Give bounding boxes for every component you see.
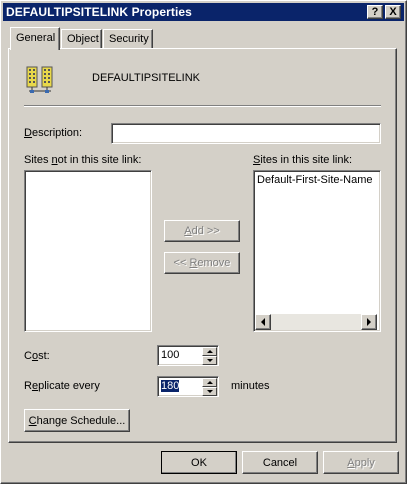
cancel-button[interactable]: Cancel: [242, 451, 318, 474]
tab-object[interactable]: Object: [61, 29, 102, 49]
sites-in-list[interactable]: Default-First-Site-Name: [253, 170, 381, 332]
remove-button-label: << Remove: [173, 257, 231, 269]
cancel-button-label: Cancel: [262, 457, 298, 469]
change-schedule-label: Change Schedule...: [28, 415, 126, 427]
cost-spin-down[interactable]: [202, 356, 217, 365]
separator: [24, 105, 381, 107]
apply-button[interactable]: Apply: [323, 451, 399, 474]
replicate-value: 180: [161, 380, 180, 392]
ok-button-label: OK: [191, 457, 207, 469]
scroll-right-button[interactable]: [361, 314, 377, 330]
site-link-icon: [25, 64, 57, 96]
arrow-down-icon: [206, 390, 213, 393]
add-button-label: Add >>: [184, 225, 220, 237]
tab-general[interactable]: General: [10, 27, 60, 50]
arrow-right-icon: [367, 318, 371, 326]
title-bar[interactable]: DEFAULTIPSITELINK Properties ? X: [3, 3, 404, 21]
sites-in-label: Sites in this site link:: [253, 154, 353, 166]
replicate-spin-up[interactable]: [202, 378, 217, 387]
arrow-up-icon: [206, 350, 213, 353]
replicate-stepper[interactable]: 180: [157, 376, 219, 397]
sites-in-horizontal-scrollbar[interactable]: [255, 314, 377, 330]
close-button[interactable]: X: [385, 5, 401, 19]
tab-security-label: Security: [109, 33, 149, 45]
minutes-label: minutes: [231, 380, 270, 392]
apply-button-label: Apply: [347, 457, 375, 469]
description-input[interactable]: [111, 123, 381, 144]
list-item[interactable]: Default-First-Site-Name: [257, 174, 373, 186]
arrow-left-icon: [261, 318, 265, 326]
help-icon: ?: [371, 6, 379, 18]
tab-general-label: General: [16, 32, 56, 44]
cost-label: Cost:: [24, 350, 50, 362]
object-name: DEFAULTIPSITELINK: [92, 72, 200, 84]
replicate-label: Replicate every: [24, 380, 100, 392]
arrow-down-icon: [206, 359, 213, 362]
close-icon: X: [389, 6, 397, 18]
help-button[interactable]: ?: [367, 5, 383, 19]
ok-button[interactable]: OK: [161, 451, 237, 474]
scroll-left-button[interactable]: [255, 314, 271, 330]
cost-spin-up[interactable]: [202, 347, 217, 356]
add-button[interactable]: Add >>: [164, 220, 240, 242]
cost-stepper[interactable]: 100: [157, 345, 219, 366]
window-title: DEFAULTIPSITELINK Properties: [6, 5, 192, 19]
remove-button[interactable]: << Remove: [164, 252, 240, 274]
tab-object-label: Object: [67, 33, 99, 45]
arrow-up-icon: [206, 381, 213, 384]
replicate-spin-down[interactable]: [202, 387, 217, 396]
sites-not-in-list[interactable]: [24, 170, 152, 332]
cost-value: 100: [161, 349, 180, 361]
description-label: Description:: [24, 127, 83, 139]
sites-not-in-label: Sites not in this site link:: [24, 154, 142, 166]
change-schedule-button[interactable]: Change Schedule...: [24, 409, 130, 432]
tab-security[interactable]: Security: [103, 29, 153, 49]
